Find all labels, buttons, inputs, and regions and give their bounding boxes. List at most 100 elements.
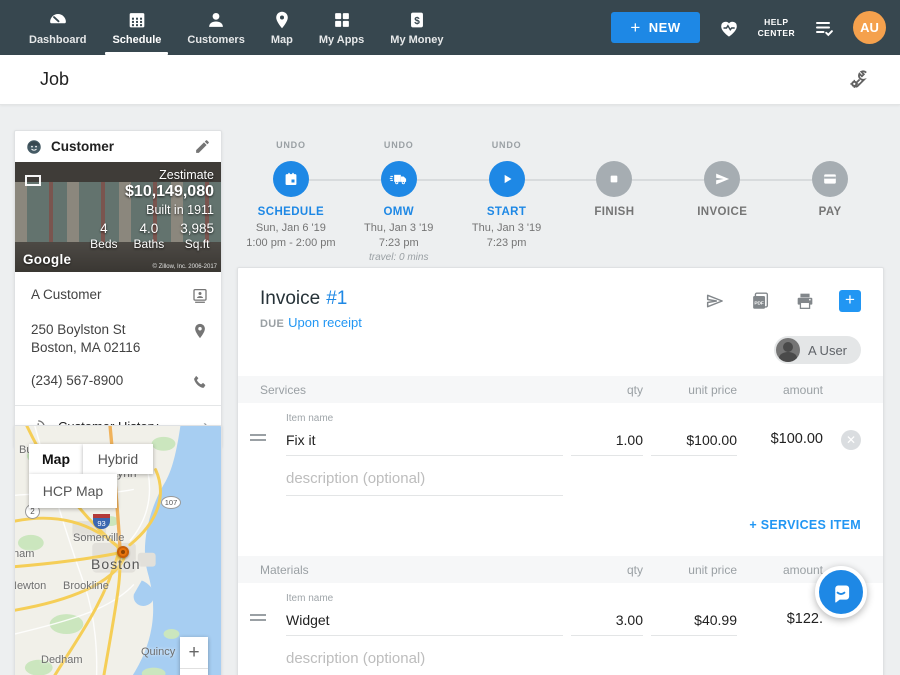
i93-shield: 93	[93, 514, 110, 529]
zillow-credit: © Zillow, Inc. 2006-2017	[153, 264, 217, 270]
invoice-number: #1	[326, 288, 347, 309]
chat-bubble-icon	[828, 579, 854, 605]
due-terms-link[interactable]: Upon receipt	[288, 315, 362, 330]
chat-fab[interactable]	[815, 566, 867, 618]
calendar-icon	[281, 169, 301, 189]
job-status-timeline: UNDO SCHEDULE Sun, Jan 6 '191:00 pm - 2:…	[237, 130, 884, 265]
remove-item-button[interactable]: ✕	[841, 430, 861, 450]
beds-value: 4	[90, 221, 117, 236]
step-date: Sun, Jan 6 '19	[256, 222, 326, 234]
zoom-out-button[interactable]: −	[180, 669, 208, 675]
undo-omw-link[interactable]: UNDO	[384, 140, 414, 151]
map-canvas[interactable]: Burlington Lynn Somerville Boston Newton…	[15, 426, 221, 675]
nav-label: My Apps	[319, 34, 364, 46]
drag-handle-icon[interactable]	[250, 431, 266, 444]
unit-price-column-header: unit price	[651, 563, 737, 577]
finish-step-button[interactable]	[596, 161, 632, 197]
nav-my-apps[interactable]: My Apps	[306, 0, 377, 55]
step-label: OMW	[383, 206, 414, 218]
zestimate-label: Zestimate	[90, 168, 214, 182]
item-name-label: Item name	[286, 593, 563, 604]
step-time: 7:23 pm	[379, 237, 419, 249]
phone-icon[interactable]	[191, 373, 209, 391]
map-label-newton: Newton	[14, 580, 46, 592]
property-stats: 4Beds 4.0Baths 3,985Sq.ft	[90, 221, 214, 251]
material-qty-input[interactable]	[571, 610, 643, 636]
page-header: Job	[0, 55, 900, 105]
step-finish: FINISH	[561, 130, 669, 265]
service-amount: $100.00	[745, 431, 823, 456]
undo-start-link[interactable]: UNDO	[492, 140, 522, 151]
hcp-map-button[interactable]: HCP Map	[29, 474, 117, 508]
health-heart-icon[interactable]	[717, 16, 741, 40]
service-qty-input[interactable]	[571, 430, 643, 456]
omw-step-button[interactable]	[381, 161, 417, 197]
print-icon[interactable]	[794, 290, 816, 312]
sqft-label: Sq.ft	[180, 237, 214, 251]
hybrid-type-button[interactable]: Hybrid	[83, 444, 153, 474]
drag-handle-icon[interactable]	[250, 611, 266, 624]
amount-column-header: amount	[745, 563, 823, 577]
map-pin-icon	[271, 9, 293, 31]
service-unit-price-input[interactable]	[651, 430, 737, 456]
step-label: FINISH	[594, 206, 634, 218]
customer-address-row: 250 Boylston StBoston, MA 02116	[15, 313, 221, 364]
user-avatar[interactable]: AU	[853, 11, 886, 44]
job-tools-icon[interactable]	[846, 68, 870, 92]
nav-label: Map	[271, 34, 293, 46]
material-description-input[interactable]	[286, 648, 563, 675]
customer-card-title: Customer	[51, 139, 114, 154]
pay-step-button[interactable]	[812, 161, 848, 197]
unit-price-column-header: unit price	[651, 383, 737, 397]
service-description-row	[238, 456, 883, 496]
built-year: Built in 1911	[90, 203, 214, 217]
service-item-name-input[interactable]	[286, 430, 563, 456]
nav-right: + NEW HELP CENTER AU	[611, 0, 900, 55]
nav-map[interactable]: Map	[258, 0, 306, 55]
step-label: START	[487, 206, 526, 218]
task-list-icon[interactable]	[812, 16, 836, 40]
add-services-item-link[interactable]: + SERVICES ITEM	[749, 518, 861, 532]
help-line1: HELP	[758, 17, 795, 28]
job-location-marker[interactable]	[117, 546, 129, 558]
pdf-icon[interactable]: PDF	[749, 290, 771, 312]
svg-text:$: $	[414, 16, 420, 27]
customer-face-icon	[25, 138, 43, 156]
send-icon	[712, 169, 732, 189]
zoom-in-button[interactable]: +	[180, 637, 208, 668]
edit-pencil-icon[interactable]	[194, 138, 211, 155]
undo-schedule-link[interactable]: UNDO	[276, 140, 306, 151]
nav-label: My Money	[390, 34, 443, 46]
service-description-input[interactable]	[286, 468, 563, 496]
send-invoice-icon[interactable]	[704, 290, 726, 312]
step-date: Thu, Jan 3 '19	[364, 222, 433, 234]
nav-schedule[interactable]: Schedule	[99, 0, 174, 55]
assigned-user-chip[interactable]: A User	[774, 336, 861, 364]
add-invoice-button[interactable]: +	[839, 290, 861, 312]
streetview-frame-icon	[25, 175, 41, 186]
nav-dashboard[interactable]: Dashboard	[16, 0, 99, 55]
map-type-button[interactable]: Map	[29, 444, 83, 474]
invoice-title: Invoice	[260, 288, 320, 309]
truck-icon	[389, 169, 409, 189]
map-label-brookline: Brookline	[63, 580, 109, 592]
material-item-name-input[interactable]	[286, 610, 563, 636]
location-pin-icon[interactable]	[191, 322, 209, 340]
nav-customers[interactable]: Customers	[174, 0, 257, 55]
invoice-step-button[interactable]	[704, 161, 740, 197]
step-label: INVOICE	[697, 206, 747, 218]
google-watermark: Google	[23, 252, 71, 267]
property-streetview-photo[interactable]: Zestimate $10,149,080 Built in 1911 4Bed…	[15, 162, 221, 272]
top-nav: Dashboard Schedule Customers Map My Apps…	[0, 0, 900, 55]
contact-card-icon[interactable]	[191, 287, 209, 305]
schedule-step-button[interactable]	[273, 161, 309, 197]
travel-time: travel: 0 mins	[369, 252, 428, 263]
customer-name-row: A Customer	[15, 278, 221, 313]
zestimate-value: $10,149,080	[90, 183, 214, 201]
new-button[interactable]: + NEW	[611, 12, 699, 43]
start-step-button[interactable]	[489, 161, 525, 197]
help-center-link[interactable]: HELP CENTER	[758, 17, 795, 38]
material-unit-price-input[interactable]	[651, 610, 737, 636]
nav-my-money[interactable]: $ My Money	[377, 0, 456, 55]
step-pay: PAY	[776, 130, 884, 265]
